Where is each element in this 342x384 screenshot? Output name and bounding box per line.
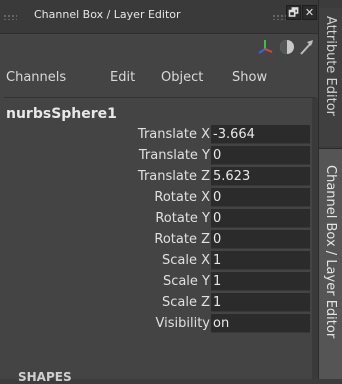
- attr-label[interactable]: Rotate X: [154, 190, 210, 205]
- menu-edit[interactable]: Edit: [110, 70, 135, 85]
- menu-show[interactable]: Show: [232, 70, 267, 85]
- attr-label[interactable]: Translate X: [138, 127, 210, 142]
- menu-channels[interactable]: Channels: [6, 70, 66, 85]
- arrow-icon[interactable]: [298, 37, 316, 57]
- attr-row-rotate-x[interactable]: Rotate X 0: [0, 188, 312, 208]
- attr-value-field[interactable]: 0: [211, 188, 310, 207]
- attr-row-visibility[interactable]: Visibility on: [0, 314, 312, 334]
- attr-label[interactable]: Rotate Y: [155, 211, 210, 226]
- tab-channel-box-label: Channel Box / Layer Editor: [323, 165, 338, 339]
- attr-value-field[interactable]: 0: [211, 209, 310, 228]
- tab-attribute-editor[interactable]: Attribute Editor: [319, 8, 342, 146]
- tab-channel-box[interactable]: Channel Box / Layer Editor: [319, 148, 342, 379]
- window-title: Channel Box / Layer Editor: [34, 8, 181, 21]
- tab-attribute-editor-label: Attribute Editor: [323, 16, 338, 117]
- attr-row-scale-x[interactable]: Scale X 1: [0, 251, 312, 271]
- attr-row-rotate-z[interactable]: Rotate Z 0: [0, 230, 312, 250]
- channel-box-panel: Channel Box / Layer Editor 🗗 ✕ Channels …: [0, 0, 318, 384]
- attr-row-translate-z[interactable]: Translate Z 5.623: [0, 167, 312, 187]
- attr-value-field[interactable]: 1: [211, 272, 310, 291]
- attr-value-field[interactable]: 5.623: [211, 167, 310, 186]
- attr-value-field[interactable]: 1: [211, 251, 310, 270]
- title-bar[interactable]: Channel Box / Layer Editor 🗗 ✕: [0, 0, 318, 34]
- attr-value-field[interactable]: 0: [211, 146, 310, 165]
- drag-grip-right[interactable]: [272, 14, 286, 20]
- attr-label[interactable]: Scale X: [162, 253, 210, 268]
- attr-value-field[interactable]: on: [211, 314, 310, 333]
- attr-row-translate-y[interactable]: Translate Y 0: [0, 146, 312, 166]
- menu-object[interactable]: Object: [161, 70, 203, 85]
- node-name[interactable]: nurbsSphere1: [6, 106, 117, 122]
- attr-label[interactable]: Visibility: [156, 316, 210, 331]
- menu-separator: [4, 97, 316, 98]
- close-button[interactable]: ✕: [302, 5, 317, 20]
- side-tab-bar: Attribute Editor Channel Box / Layer Edi…: [318, 0, 342, 379]
- float-window-button[interactable]: 🗗: [286, 5, 301, 20]
- attr-label[interactable]: Scale Y: [163, 274, 210, 289]
- attr-label[interactable]: Translate Z: [138, 169, 210, 184]
- toolbar-icons: [256, 37, 316, 59]
- attr-row-scale-z[interactable]: Scale Z 1: [0, 293, 312, 313]
- attr-label[interactable]: Rotate Z: [154, 232, 210, 247]
- attr-row-rotate-y[interactable]: Rotate Y 0: [0, 209, 312, 229]
- shapes-section-header[interactable]: SHAPES: [18, 370, 72, 384]
- attr-value-field[interactable]: 0: [211, 230, 310, 249]
- attr-value-field[interactable]: -3.664: [211, 125, 310, 144]
- attr-value-field[interactable]: 1: [211, 293, 310, 312]
- half-circle-icon[interactable]: [278, 37, 296, 57]
- attr-label[interactable]: Scale Z: [162, 295, 210, 310]
- attr-label[interactable]: Translate Y: [139, 148, 210, 163]
- axis-tool-icon[interactable]: [256, 37, 274, 57]
- attr-row-scale-y[interactable]: Scale Y 1: [0, 272, 312, 292]
- attr-row-translate-x[interactable]: Translate X -3.664: [0, 125, 312, 145]
- drag-grip-left[interactable]: [3, 14, 17, 20]
- menu-bar: Channels Edit Object Show: [0, 70, 318, 90]
